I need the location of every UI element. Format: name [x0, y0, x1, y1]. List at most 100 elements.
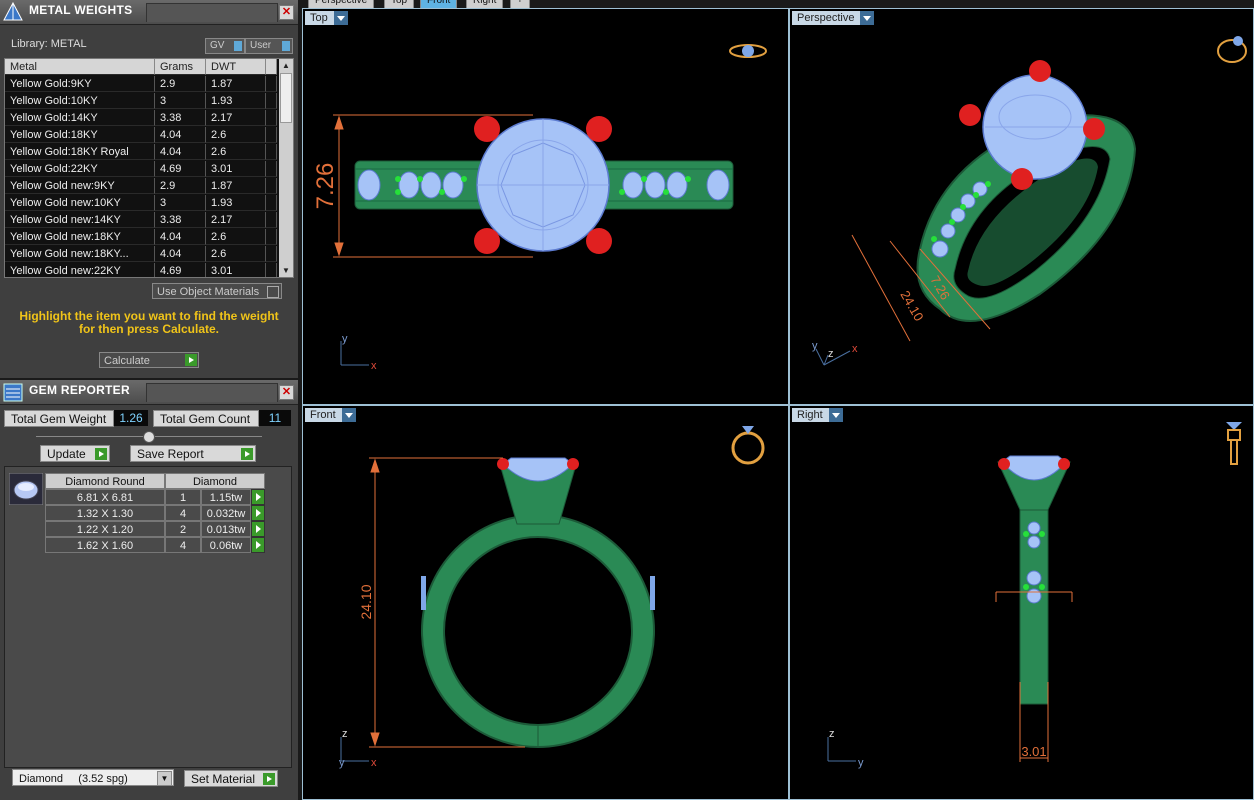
chevron-down-icon[interactable] [333, 11, 348, 25]
toggle-nub-icon [234, 41, 242, 51]
cell-dwt: 2.17 [206, 212, 266, 228]
cell-extra [266, 246, 277, 262]
right-dimension-label: 3.01 [1021, 744, 1046, 759]
play-arrow-icon [263, 773, 275, 785]
use-object-materials-button[interactable]: Use Object Materials [152, 283, 282, 299]
top-view-render: 7.26 y x [312, 44, 767, 372]
table-row[interactable]: 1.32 X 1.30 4 0.032tw [45, 505, 267, 521]
cell-size: 1.32 X 1.30 [45, 505, 165, 521]
table-row[interactable]: 1.62 X 1.60 4 0.06tw [45, 537, 267, 553]
viewport-right[interactable]: 3.01 z y Right [789, 405, 1254, 800]
play-arrow-icon[interactable] [251, 537, 265, 553]
cell-dwt: 1.93 [206, 195, 266, 211]
total-gem-count-value: 11 [259, 410, 291, 426]
cell-grams: 4.04 [155, 229, 206, 245]
viewport-front[interactable]: 24.10 z y x Front [302, 405, 789, 800]
save-report-button[interactable]: Save Report [130, 445, 256, 462]
cell-metal: Yellow Gold new:22KY [5, 263, 155, 277]
metal-table-scrollbar[interactable]: ▲ ▼ [279, 59, 293, 277]
cell-dwt: 2.6 [206, 229, 266, 245]
chevron-down-icon[interactable]: ▼ [157, 771, 172, 786]
table-row[interactable]: Yellow Gold:18KY Royal 4.04 2.6 [5, 144, 277, 160]
tab-front[interactable]: Front [420, 0, 458, 8]
update-button[interactable]: Update [40, 445, 110, 462]
chevron-down-icon[interactable] [828, 408, 843, 422]
cell-count: 1 [165, 489, 201, 505]
close-icon[interactable]: ✕ [279, 5, 294, 20]
perspective-view-render: 24.10 7.26 y z x [812, 36, 1247, 366]
set-material-label: Set Material [191, 772, 256, 786]
metal-table-header: Metal Grams DWT [5, 59, 277, 75]
front-view-render: 24.10 z y x [339, 426, 765, 769]
metal-weights-titlebar[interactable]: METAL WEIGHTS ✕ [0, 0, 298, 25]
table-row[interactable]: Yellow Gold new:14KY 3.38 2.17 [5, 212, 277, 228]
cell-grams: 4.04 [155, 246, 206, 262]
column-header-grams[interactable]: Grams [155, 59, 206, 75]
material-select[interactable]: Diamond (3.52 spg) ▼ [12, 769, 174, 786]
gem-reporter-titlebar[interactable]: GEM REPORTER ✕ [0, 380, 298, 405]
slider-knob[interactable] [143, 431, 155, 443]
scrollbar-thumb[interactable] [280, 73, 292, 123]
gv-toggle-label: GV [210, 40, 225, 51]
column-header-dwt[interactable]: DWT [206, 59, 266, 75]
viewport-top[interactable]: 7.26 y x Top [302, 8, 789, 405]
viewport-right-label[interactable]: Right [792, 408, 843, 422]
add-view-icon[interactable]: + [510, 0, 530, 8]
cell-size: 6.81 X 6.81 [45, 489, 165, 505]
viewport-top-label[interactable]: Top [305, 11, 348, 25]
cell-grams: 3.38 [155, 110, 206, 126]
table-row[interactable]: Yellow Gold:14KY 3.38 2.17 [5, 110, 277, 126]
cell-dwt: 3.01 [206, 161, 266, 177]
tab-perspective[interactable]: Perspective [308, 0, 375, 8]
axis-x-label: x [371, 360, 377, 372]
cell-metal: Yellow Gold:22KY [5, 161, 155, 177]
top-dimension-label: 7.26 [312, 163, 339, 210]
cell-count: 2 [165, 521, 201, 537]
cell-extra [266, 144, 277, 160]
table-row[interactable]: Yellow Gold new:18KY 4.04 2.6 [5, 229, 277, 245]
table-row[interactable]: Yellow Gold:10KY 3 1.93 [5, 93, 277, 109]
user-toggle[interactable]: User [245, 38, 293, 54]
checkbox-icon[interactable] [267, 286, 279, 298]
play-arrow-icon [241, 448, 253, 460]
table-row[interactable]: Yellow Gold:22KY 4.69 3.01 [5, 161, 277, 177]
tab-right[interactable]: Right [466, 0, 504, 8]
cell-extra [266, 229, 277, 245]
tab-top[interactable]: Top [384, 0, 415, 8]
table-row[interactable]: 6.81 X 6.81 1 1.15tw [45, 489, 267, 505]
play-arrow-icon[interactable] [251, 521, 265, 537]
table-row[interactable]: Yellow Gold:18KY 4.04 2.6 [5, 127, 277, 143]
viewport-perspective[interactable]: 24.10 7.26 y z x Perspective [789, 8, 1254, 405]
cell-metal: Yellow Gold:14KY [5, 110, 155, 126]
right-view-render: 3.01 z y [827, 422, 1242, 769]
gem-report-logo-icon [3, 383, 23, 402]
table-row[interactable]: Yellow Gold:9KY 2.9 1.87 [5, 76, 277, 92]
use-object-materials-label: Use Object Materials [157, 286, 260, 298]
cell-weight: 0.06tw [201, 537, 251, 553]
calculate-button[interactable]: Calculate [99, 352, 199, 368]
table-row[interactable]: 1.22 X 1.20 2 0.013tw [45, 521, 267, 537]
close-icon[interactable]: ✕ [279, 385, 294, 400]
table-row[interactable]: Yellow Gold new:18KY... 4.04 2.6 [5, 246, 277, 262]
table-row[interactable]: Yellow Gold new:9KY 2.9 1.87 [5, 178, 277, 194]
viewport-front-label[interactable]: Front [305, 408, 356, 422]
cell-size: 1.22 X 1.20 [45, 521, 165, 537]
gv-toggle[interactable]: GV [205, 38, 245, 54]
play-arrow-icon [95, 448, 107, 460]
viewport-perspective-label[interactable]: Perspective [792, 11, 875, 25]
cell-size: 1.62 X 1.60 [45, 537, 165, 553]
scroll-up-icon[interactable]: ▲ [279, 59, 293, 72]
chevron-down-icon[interactable] [341, 408, 356, 422]
axis-y-label: y [342, 333, 348, 345]
column-header-metal[interactable]: Metal [5, 59, 155, 75]
table-row[interactable]: Yellow Gold new:10KY 3 1.93 [5, 195, 277, 211]
play-arrow-icon[interactable] [251, 489, 265, 505]
calculate-hint: Highlight the item you want to find the … [19, 309, 279, 336]
chevron-down-icon[interactable] [860, 11, 875, 25]
set-material-button[interactable]: Set Material [184, 770, 278, 787]
scroll-down-icon[interactable]: ▼ [279, 264, 293, 277]
table-row[interactable]: Yellow Gold new:22KY 4.69 3.01 [5, 263, 277, 277]
play-arrow-icon[interactable] [251, 505, 265, 521]
cell-dwt: 2.6 [206, 246, 266, 262]
cell-grams: 4.69 [155, 161, 206, 177]
